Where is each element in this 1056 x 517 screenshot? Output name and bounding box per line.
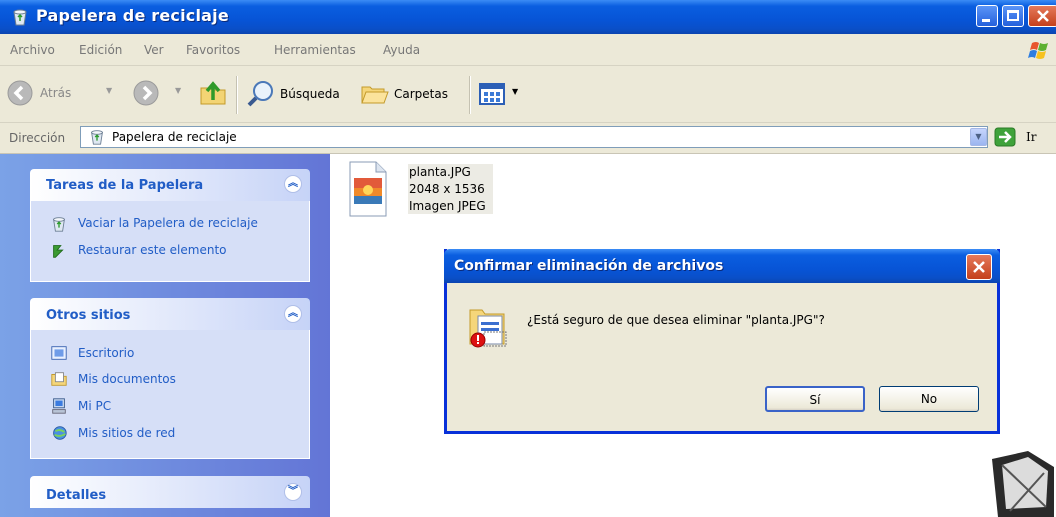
restore-icon: [53, 245, 64, 258]
folders-icon: [361, 86, 389, 104]
folder-up-icon[interactable]: [198, 78, 228, 108]
forward-arrow-icon: [133, 80, 159, 106]
my-computer-icon: [52, 398, 66, 414]
restore-item-link[interactable]: Restaurar este elemento: [78, 243, 227, 257]
minimize-button[interactable]: [976, 5, 998, 27]
folders-button[interactable]: Carpetas: [360, 79, 460, 109]
back-label: Atrás: [40, 86, 72, 100]
places-panel-title: Otros sitios: [46, 308, 131, 323]
jpeg-file-icon: [349, 161, 387, 217]
go-label: Ir: [1026, 130, 1037, 144]
views-icon: [479, 83, 505, 105]
address-value: Papelera de reciclaje: [112, 130, 237, 144]
toolbar-separator: [236, 76, 238, 114]
forward-dropdown-icon[interactable]: ▼: [175, 86, 181, 95]
yes-button[interactable]: Sí: [765, 386, 865, 412]
dialog-message: ¿Está seguro de que desea eliminar "plan…: [527, 313, 825, 327]
toolbar-separator: [469, 76, 471, 114]
go-arrow-icon: [994, 127, 1016, 147]
my-computer-link[interactable]: Mi PC: [78, 399, 111, 413]
menu-herramientas[interactable]: Herramientas: [274, 43, 356, 57]
address-label: Dirección: [9, 131, 66, 145]
address-dropdown-button[interactable]: ▼: [970, 128, 987, 146]
my-documents-link[interactable]: Mis documentos: [78, 372, 176, 386]
menu-ver[interactable]: Ver: [144, 43, 164, 57]
close-button[interactable]: [1028, 5, 1056, 27]
collapse-chevron-icon[interactable]: ︽: [284, 305, 302, 323]
tasks-panel-title: Tareas de la Papelera: [46, 178, 204, 193]
menu-favoritos[interactable]: Favoritos: [186, 43, 240, 57]
views-button[interactable]: ▼: [478, 81, 528, 109]
expand-chevron-icon[interactable]: ︾: [284, 483, 302, 501]
back-dropdown-icon[interactable]: ▼: [106, 86, 112, 95]
recycle-bin-icon: [13, 9, 27, 26]
folders-label: Carpetas: [394, 87, 448, 101]
close-icon: [1037, 10, 1049, 22]
no-button[interactable]: No: [879, 386, 979, 412]
maximize-button[interactable]: [1002, 5, 1024, 27]
tasks-panel-body: [30, 201, 310, 282]
menu-edicion[interactable]: Edición: [79, 43, 122, 57]
network-places-icon: [53, 426, 67, 440]
dialog-title: Confirmar eliminación de archivos: [454, 258, 724, 274]
desktop-icon: [51, 346, 67, 360]
network-places-link[interactable]: Mis sitios de red: [78, 426, 175, 440]
dialog-close-button[interactable]: [966, 254, 992, 280]
menu-ayuda[interactable]: Ayuda: [383, 43, 420, 57]
empty-recycle-bin-icon: [53, 217, 65, 232]
views-dropdown-icon: ▼: [512, 87, 519, 96]
desktop-link[interactable]: Escritorio: [78, 346, 134, 360]
windows-logo-icon: [1028, 42, 1048, 59]
file-name: planta.JPG: [409, 165, 471, 179]
my-documents-icon: [51, 372, 67, 386]
window-title: Papelera de reciclaje: [36, 6, 229, 25]
go-button[interactable]: Ir: [994, 127, 1050, 149]
search-label: Búsqueda: [280, 87, 340, 101]
file-type: Imagen JPEG: [409, 199, 486, 213]
search-button[interactable]: Búsqueda: [246, 79, 346, 109]
recycle-bin-icon: [91, 130, 103, 145]
details-panel-title: Detalles: [46, 488, 107, 503]
back-arrow-icon: [7, 80, 33, 106]
back-button[interactable]: Atrás ▼: [6, 79, 112, 109]
file-dimensions: 2048 x 1536: [409, 182, 485, 196]
search-icon: [247, 81, 273, 107]
delete-file-warning-icon: [469, 309, 507, 348]
menu-archivo[interactable]: Archivo: [10, 43, 55, 57]
close-icon: [973, 261, 985, 273]
forward-button[interactable]: ▼: [132, 79, 192, 109]
empty-recycle-bin-link[interactable]: Vaciar la Papelera de reciclaje: [78, 216, 258, 230]
background-image-fragment: [988, 447, 1056, 517]
collapse-chevron-icon[interactable]: ︽: [284, 175, 302, 193]
